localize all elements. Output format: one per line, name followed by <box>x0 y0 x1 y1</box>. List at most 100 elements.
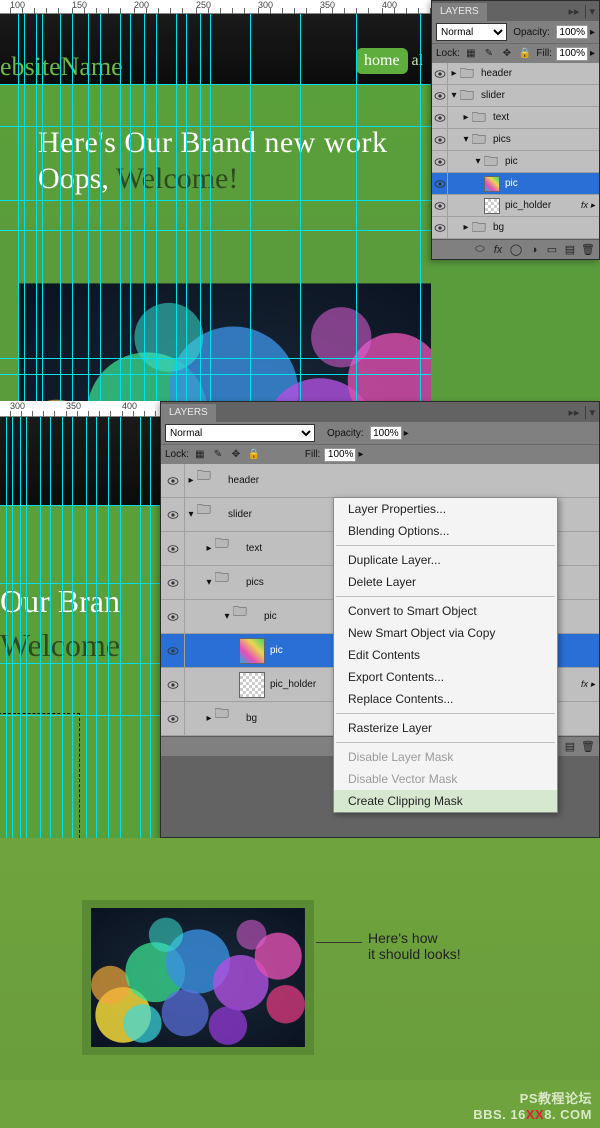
context-menu-item[interactable]: Delete Layer <box>334 571 557 593</box>
expand-toggle-icon[interactable]: ▾ <box>221 611 233 622</box>
layer-name[interactable]: pic <box>264 611 277 622</box>
expand-toggle-icon[interactable]: ▸ <box>185 475 197 486</box>
visibility-toggle-icon[interactable] <box>161 532 185 566</box>
lock-transparency-icon-2[interactable]: ▦ <box>193 448 207 462</box>
layer-thumbnail[interactable] <box>239 638 265 664</box>
layer-row[interactable]: ▾ pic <box>432 151 599 173</box>
layer-row[interactable]: ▸ header <box>161 464 599 498</box>
visibility-toggle-icon[interactable] <box>161 668 185 702</box>
fx-icon[interactable]: fx <box>491 243 505 257</box>
layer-name[interactable]: text <box>493 112 509 123</box>
layer-name[interactable]: slider <box>228 509 252 520</box>
layer-thumbnail[interactable] <box>239 672 265 698</box>
expand-toggle-icon[interactable]: ▸ <box>460 112 472 123</box>
expand-toggle-icon[interactable]: ▾ <box>203 577 215 588</box>
panel-menu-button[interactable]: ▸▸ │▾ <box>569 5 596 18</box>
lock-all-icon[interactable]: 🔒 <box>518 47 532 61</box>
lock-position-icon[interactable]: ✥ <box>500 47 514 61</box>
layer-name[interactable]: pic <box>505 156 518 167</box>
expand-toggle-icon[interactable]: ▾ <box>185 509 197 520</box>
canvas-area[interactable]: ebsiteName home al Here's Our Brand new … <box>0 14 431 401</box>
layer-name[interactable]: header <box>481 68 512 79</box>
context-menu-item[interactable]: Duplicate Layer... <box>334 549 557 571</box>
visibility-toggle-icon[interactable] <box>432 151 448 173</box>
context-menu-item[interactable]: Create Clipping Mask <box>334 790 557 812</box>
adjustment-icon[interactable]: ◑ <box>527 243 541 257</box>
visibility-toggle-icon[interactable] <box>432 107 448 129</box>
layer-row[interactable]: ▾ pics <box>432 129 599 151</box>
new-layer-icon[interactable]: ▤ <box>563 243 577 257</box>
visibility-toggle-icon[interactable] <box>161 498 185 532</box>
expand-toggle-icon[interactable]: ▾ <box>472 156 484 167</box>
panel-menu-button-2[interactable]: ▸▸ │▾ <box>569 406 596 419</box>
group-icon[interactable]: ▭ <box>545 243 559 257</box>
context-menu-item[interactable]: Blending Options... <box>334 520 557 542</box>
context-menu-item[interactable]: Layer Properties... <box>334 498 557 520</box>
fill-input-2[interactable] <box>324 448 356 462</box>
layers-tab[interactable]: LAYERS <box>432 3 487 21</box>
bokeh-image-1[interactable] <box>18 230 431 401</box>
expand-toggle-icon[interactable]: ▸ <box>203 543 215 554</box>
lock-position-icon-2[interactable]: ✥ <box>229 448 243 462</box>
layer-name[interactable]: pics <box>246 577 264 588</box>
opacity-flyout-icon-2[interactable]: ▸ <box>404 428 409 439</box>
layer-name[interactable]: pic <box>505 178 518 189</box>
layer-name[interactable]: pic_holder <box>505 200 551 211</box>
new-layer-icon-2[interactable]: ▤ <box>563 740 577 754</box>
mask-icon[interactable]: ◯ <box>509 243 523 257</box>
opacity-input-2[interactable] <box>370 426 402 440</box>
expand-toggle-icon[interactable]: ▸ <box>448 68 460 79</box>
expand-toggle-icon[interactable]: ▾ <box>448 90 460 101</box>
layer-row[interactable]: ▸ bg <box>432 217 599 239</box>
delete-layer-icon-2[interactable]: 🗑 <box>581 740 595 754</box>
delete-layer-icon[interactable]: 🗑 <box>581 243 595 257</box>
layer-name[interactable]: slider <box>481 90 505 101</box>
visibility-toggle-icon[interactable] <box>432 85 448 107</box>
context-menu-item[interactable]: New Smart Object via Copy <box>334 622 557 644</box>
visibility-toggle-icon[interactable] <box>432 195 448 217</box>
fx-indicator[interactable]: fx ▸ <box>581 200 595 211</box>
context-menu-item[interactable]: Export Contents... <box>334 666 557 688</box>
visibility-toggle-icon[interactable] <box>161 702 185 736</box>
link-layers-icon[interactable]: ⬭ <box>473 243 487 257</box>
layer-row[interactable]: pic_holder fx ▸ <box>432 195 599 217</box>
layer-thumbnail[interactable] <box>484 198 500 214</box>
layer-name[interactable]: header <box>228 475 259 486</box>
fill-input[interactable] <box>556 47 588 61</box>
visibility-toggle-icon[interactable] <box>432 217 448 239</box>
layer-name[interactable]: bg <box>493 222 504 233</box>
expand-toggle-icon[interactable]: ▸ <box>460 222 472 233</box>
lock-paint-icon-2[interactable]: ✎ <box>211 448 225 462</box>
layer-row[interactable]: ▸ header <box>432 63 599 85</box>
blend-mode-select[interactable]: Normal <box>436 23 507 41</box>
context-menu-item[interactable]: Convert to Smart Object <box>334 600 557 622</box>
layer-row[interactable]: pic <box>432 173 599 195</box>
visibility-toggle-icon[interactable] <box>432 129 448 151</box>
visibility-toggle-icon[interactable] <box>161 566 185 600</box>
opacity-input[interactable] <box>556 25 588 39</box>
visibility-toggle-icon[interactable] <box>161 464 185 498</box>
fx-indicator[interactable]: fx ▸ <box>581 679 595 690</box>
lock-all-icon-2[interactable]: 🔒 <box>247 448 261 462</box>
lock-transparency-icon[interactable]: ▦ <box>464 47 478 61</box>
layer-name[interactable]: text <box>246 543 262 554</box>
fill-flyout-icon-2[interactable]: ▸ <box>358 449 363 460</box>
layer-name[interactable]: pics <box>493 134 511 145</box>
layer-name[interactable]: pic <box>270 645 283 656</box>
panel-tabbar[interactable]: LAYERS ▸▸ │▾ <box>432 1 599 21</box>
context-menu-item[interactable]: Rasterize Layer <box>334 717 557 739</box>
layer-thumbnail[interactable] <box>484 176 500 192</box>
layer-name[interactable]: pic_holder <box>270 679 316 690</box>
visibility-toggle-icon[interactable] <box>161 634 185 668</box>
nav-home-button[interactable]: home <box>356 48 408 74</box>
canvas-area-2[interactable]: Our Bran Welcome <box>0 417 160 838</box>
ruler-horizontal-2[interactable]: 300350400 <box>0 401 160 417</box>
opacity-flyout-icon[interactable]: ▸ <box>590 27 595 38</box>
layer-row[interactable]: ▸ text <box>432 107 599 129</box>
visibility-toggle-icon[interactable] <box>432 173 448 195</box>
fill-flyout-icon[interactable]: ▸ <box>590 48 595 59</box>
expand-toggle-icon[interactable]: ▾ <box>460 134 472 145</box>
visibility-toggle-icon[interactable] <box>432 63 448 85</box>
panel-tabbar-2[interactable]: LAYERS ▸▸ │▾ <box>161 402 599 422</box>
nav-other-link[interactable]: al <box>412 52 424 70</box>
